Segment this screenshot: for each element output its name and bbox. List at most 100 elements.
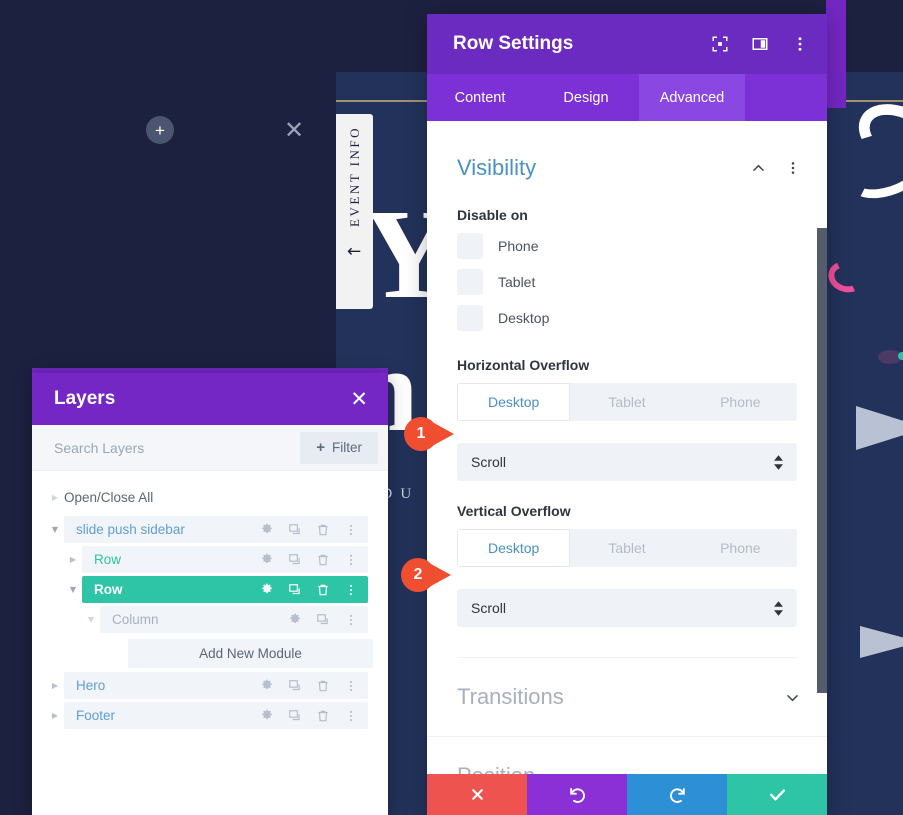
gear-icon[interactable] [260,709,274,723]
duplicate-icon[interactable] [288,523,302,537]
layer-pill-hero[interactable]: Hero [64,672,368,699]
settings-tabs: Content Design Advanced [427,74,827,121]
list-item[interactable]: ▶ Footer [46,702,368,729]
v-overflow-device-desktop[interactable]: Desktop [457,529,571,567]
caret-down-icon[interactable]: ▼ [46,525,64,534]
callout-badge-2-number: 2 [401,558,435,592]
list-item[interactable]: ▼ Column [82,606,368,633]
close-icon[interactable]: ✕ [283,118,305,142]
h-overflow-device-phone[interactable]: Phone [684,383,797,421]
focus-icon[interactable] [711,35,729,53]
caret-right-icon[interactable]: ▶ [64,555,82,564]
more-vertical-icon[interactable] [344,553,358,567]
duplicate-icon[interactable] [288,679,302,693]
caret-down-icon[interactable]: ▼ [64,585,82,594]
layer-pill-footer[interactable]: Footer [64,702,368,729]
visibility-section-header[interactable]: Visibility [427,121,827,181]
settings-header-actions [711,35,809,53]
tab-content[interactable]: Content [427,74,533,121]
callout-pointer-icon [431,564,451,586]
h-overflow-device-tablet[interactable]: Tablet [570,383,683,421]
more-vertical-icon[interactable] [344,709,358,723]
caret-right-icon[interactable]: ▶ [46,681,64,690]
duplicate-icon[interactable] [288,553,302,567]
caret-right-icon: ▶ [51,492,59,502]
chevron-down-icon[interactable] [784,689,801,706]
more-vertical-icon[interactable] [791,35,809,53]
save-button[interactable] [727,774,827,815]
vertical-overflow-label: Vertical Overflow [457,503,571,519]
more-vertical-icon[interactable] [344,679,358,693]
v-overflow-device-tablet[interactable]: Tablet [570,529,683,567]
undo-button[interactable] [527,774,627,815]
checkbox-phone[interactable] [457,233,483,259]
trash-icon[interactable] [316,583,330,597]
disable-on-tablet-row[interactable]: Tablet [457,269,797,295]
gear-icon[interactable] [260,553,274,567]
add-section-button[interactable]: + [146,116,174,144]
gear-icon[interactable] [260,679,274,693]
redo-button[interactable] [627,774,727,815]
tab-advanced[interactable]: Advanced [639,74,745,121]
list-item-label: Footer [76,708,116,723]
list-item[interactable]: ▼ slide push sidebar [46,516,368,543]
list-item[interactable]: ▶ Hero [46,672,368,699]
trash-icon[interactable] [316,523,330,537]
section-position[interactable]: Position [427,737,827,774]
chevron-up-icon[interactable] [750,160,767,177]
layers-panel: Layers ✕ + Filter ▶ Open/Close All ▼ sli… [32,373,388,815]
duplicate-icon[interactable] [288,709,302,723]
list-item-label: Hero [76,678,106,693]
list-item[interactable]: ▼ Row [64,576,368,603]
page-title: Row Settings [453,33,574,54]
checkbox-tablet[interactable] [457,269,483,295]
layer-pill-slide-push-sidebar[interactable]: slide push sidebar [64,516,368,543]
more-vertical-icon[interactable] [344,613,358,627]
caret-down-icon[interactable]: ▼ [82,615,100,624]
list-item-label: Row [94,552,122,567]
gear-icon[interactable] [260,523,274,537]
more-vertical-icon[interactable] [785,160,801,176]
filter-button[interactable]: + Filter [300,431,378,464]
disable-on-label: Disable on [457,207,528,223]
open-close-all-row[interactable]: ▶ Open/Close All [46,485,368,510]
layers-list: ▶ Open/Close All ▼ slide push sidebar ▶ … [32,471,388,815]
search-input[interactable] [54,439,301,456]
checkbox-desktop[interactable] [457,305,483,331]
trash-icon[interactable] [316,553,330,567]
tab-design[interactable]: Design [533,74,639,121]
layer-pill-column[interactable]: Column [100,606,368,633]
horizontal-overflow-select[interactable]: Scroll [457,443,797,481]
scrollbar-thumb[interactable] [817,228,827,693]
gear-icon[interactable] [288,613,302,627]
settings-scrollbar[interactable] [817,121,827,774]
more-vertical-icon[interactable] [344,523,358,537]
gear-icon[interactable] [260,583,274,597]
trash-icon[interactable] [316,709,330,723]
cancel-button[interactable] [427,774,527,815]
disable-on-desktop-row[interactable]: Desktop [457,305,797,331]
chevron-down-icon[interactable] [784,768,801,774]
duplicate-icon[interactable] [316,613,330,627]
horizontal-overflow-device-toggle: Desktop Tablet Phone [457,383,797,421]
settings-panel-header: Row Settings [427,14,827,74]
layer-pill-row-selected[interactable]: Row [82,576,368,603]
layer-pill-row[interactable]: Row [82,546,368,573]
disable-on-phone-row[interactable]: Phone [457,233,797,259]
h-overflow-device-desktop[interactable]: Desktop [457,383,571,421]
caret-right-icon[interactable]: ▶ [46,711,64,720]
vertical-overflow-select[interactable]: Scroll [457,589,797,627]
screenshot-stage: Yo n ED U + ✕ EVENT INFO → Layers ✕ + Fi… [0,0,903,815]
horizontal-overflow-value: Scroll [471,454,507,470]
list-item[interactable]: ▶ Row [64,546,368,573]
callout-badge-1-number: 1 [404,417,438,451]
more-vertical-icon[interactable] [344,583,358,597]
close-icon[interactable]: ✕ [350,388,368,410]
event-info-tab[interactable]: EVENT INFO → [336,114,373,309]
add-new-module-button[interactable]: Add New Module [128,639,373,668]
section-transitions[interactable]: Transitions [427,658,827,736]
trash-icon[interactable] [316,679,330,693]
duplicate-icon[interactable] [288,583,302,597]
layout-panel-icon[interactable] [751,35,769,53]
v-overflow-device-phone[interactable]: Phone [684,529,797,567]
